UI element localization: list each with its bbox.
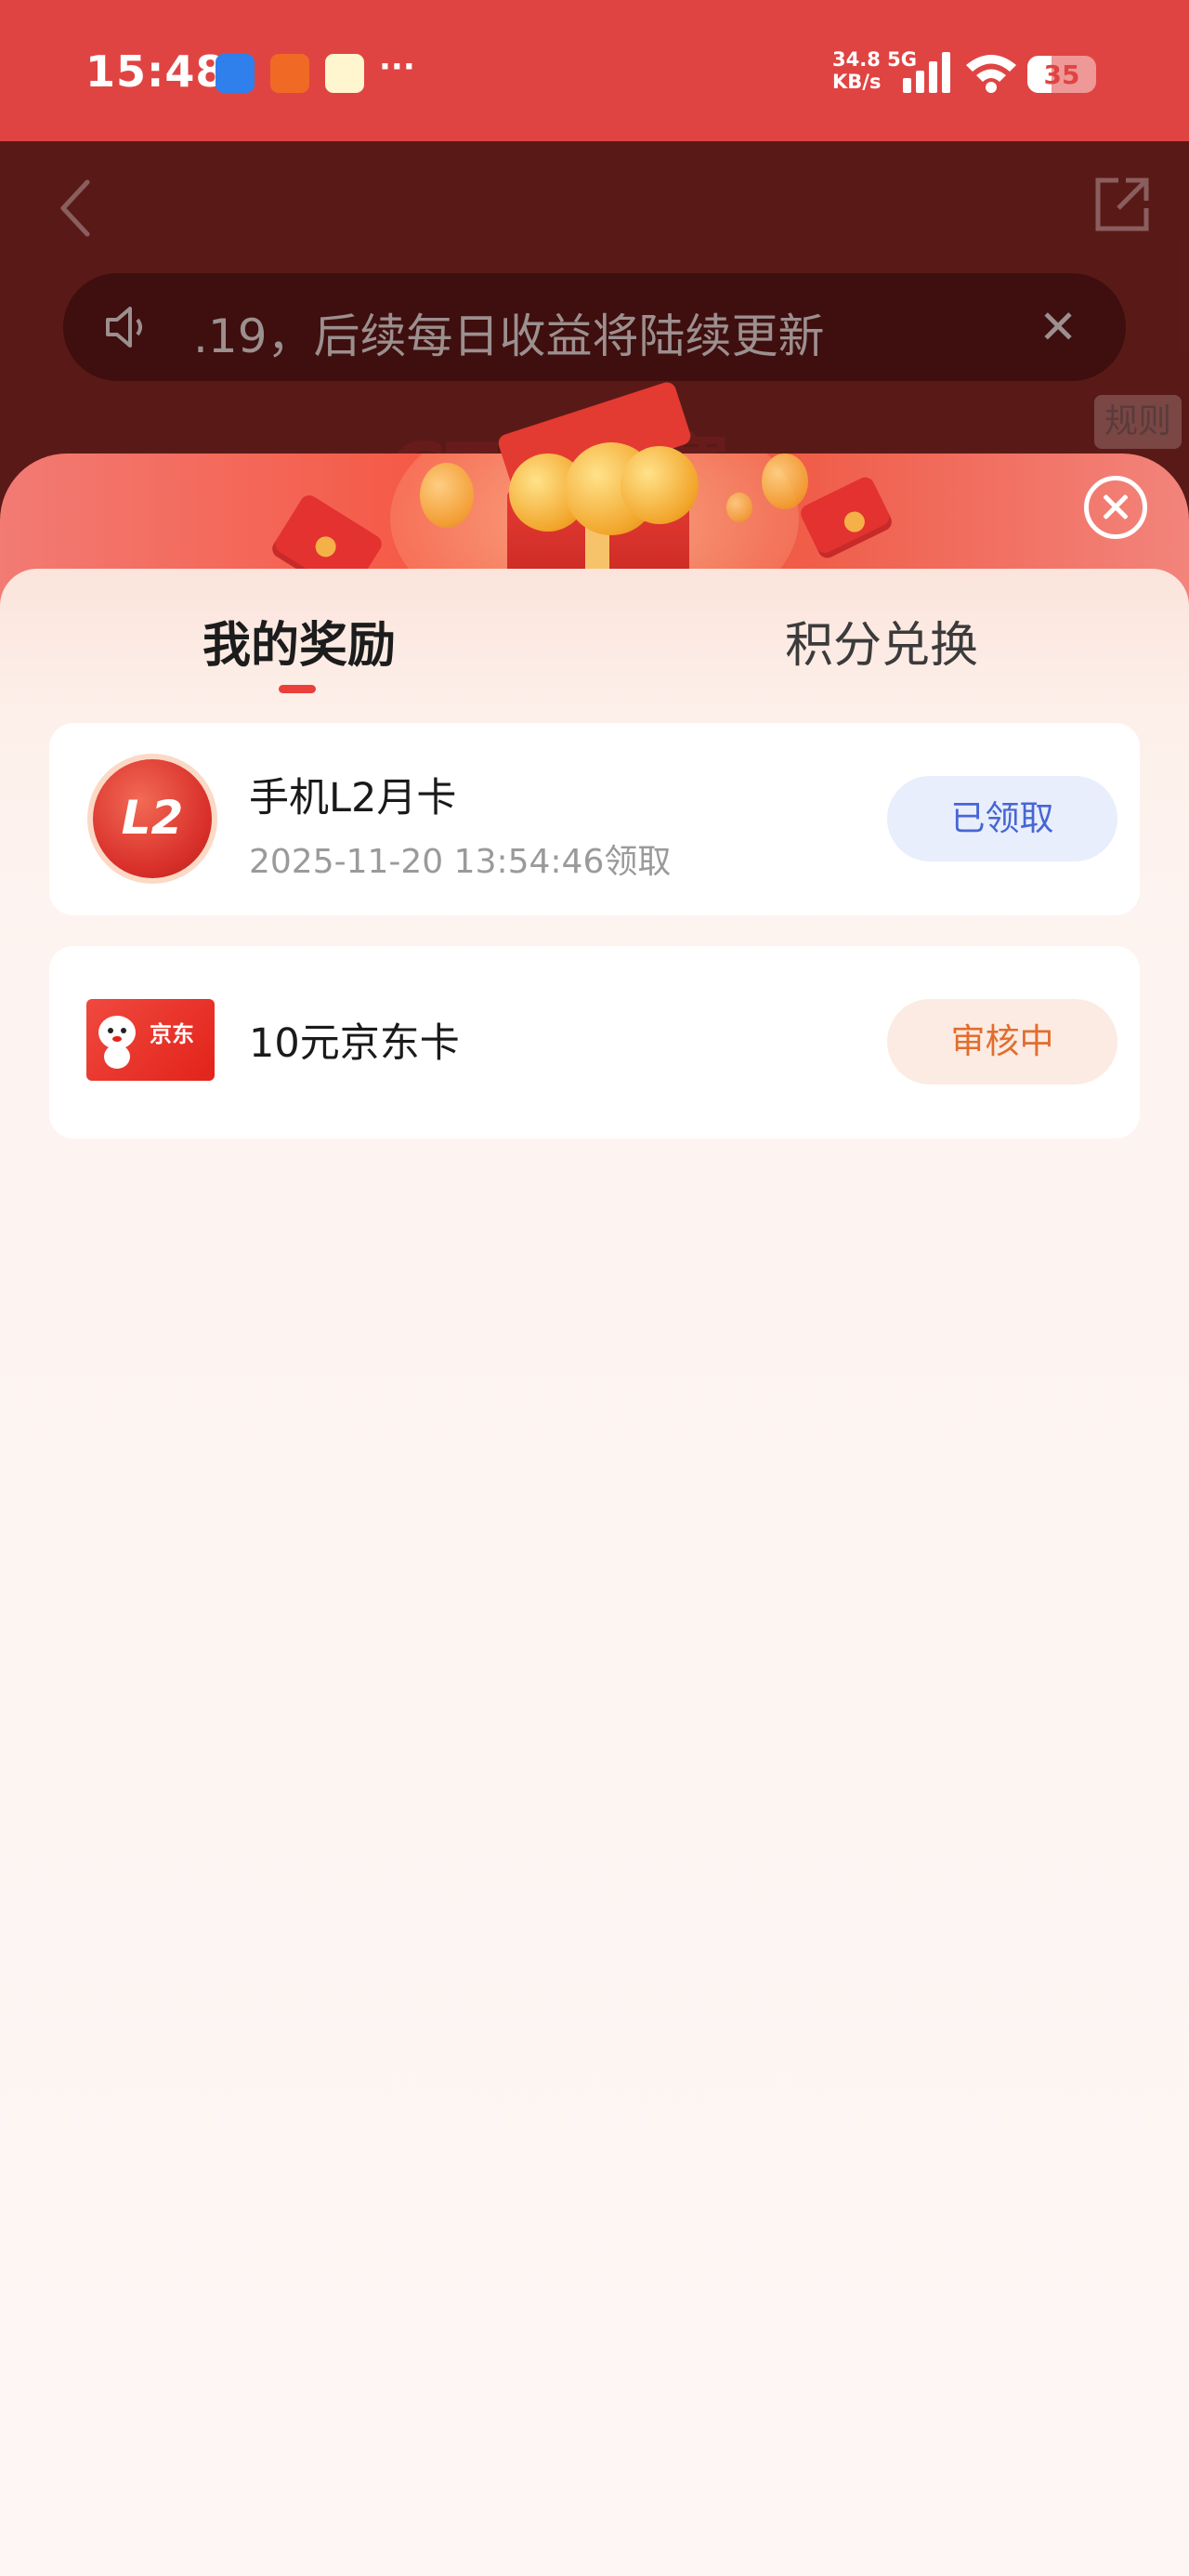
reward-card: L2 手机L2月卡 2025-11-20 13:54:46领取 已领取 — [49, 723, 1140, 915]
reward-claim-time: 2025-11-20 13:54:46领取 — [249, 843, 672, 881]
notification-app-icon — [325, 54, 364, 93]
coin-icon — [762, 453, 808, 509]
wifi-icon — [966, 55, 1016, 93]
share-icon[interactable] — [1092, 175, 1152, 234]
tab-indicator — [279, 685, 316, 693]
notification-app-icon — [216, 54, 255, 93]
rules-button[interactable]: 规则 — [1094, 395, 1182, 449]
under-review-status-button[interactable]: 审核中 — [887, 999, 1117, 1084]
back-arrow-icon[interactable] — [54, 177, 98, 240]
speaker-icon — [106, 307, 142, 348]
reward-title: 10元京东卡 — [249, 1020, 460, 1067]
announcement-bar: .19，后续每日收益将陆续更新 ✕ — [63, 273, 1126, 381]
more-notifications-icon: ··· — [379, 48, 415, 85]
battery-icon: 35 — [1027, 56, 1096, 93]
battery-percent: 35 — [1043, 59, 1080, 90]
network-speed-value: 34.8 — [832, 48, 881, 71]
jd-card-icon: 京东 — [86, 999, 215, 1081]
announcement-text: .19，后续每日收益将陆续更新 — [193, 309, 825, 363]
claimed-status-button[interactable]: 已领取 — [887, 776, 1117, 861]
network-speed-unit: KB/s — [832, 71, 882, 93]
tab-my-rewards[interactable]: 我的奖励 — [203, 606, 396, 676]
notification-app-icon — [270, 54, 309, 93]
red-envelope-icon — [797, 474, 895, 561]
jd-mascot-icon — [98, 1016, 136, 1069]
status-time: 15:48 — [85, 46, 227, 97]
reward-title: 手机L2月卡 — [249, 775, 457, 821]
signal-icon — [903, 52, 953, 93]
coin-icon — [420, 463, 474, 528]
badge-text: L2 — [121, 791, 184, 845]
tab-points-exchange[interactable]: 积分兑换 — [785, 606, 978, 676]
l2-badge-icon: L2 — [93, 759, 212, 878]
close-icon[interactable]: ✕ — [1039, 301, 1078, 353]
gift-box-icon — [496, 379, 699, 593]
close-circle-icon[interactable] — [1084, 476, 1147, 539]
coin-icon — [726, 493, 752, 522]
rewards-sheet: 我的奖励 积分兑换 L2 手机L2月卡 2025-11-20 13:54:46领… — [0, 569, 1189, 2576]
status-bar: 15:48 ··· 34.8 5G KB/s 35 — [0, 0, 1189, 141]
reward-card: 京东 10元京东卡 审核中 — [49, 946, 1140, 1138]
jd-logo-text: 京东 — [150, 1021, 194, 1047]
